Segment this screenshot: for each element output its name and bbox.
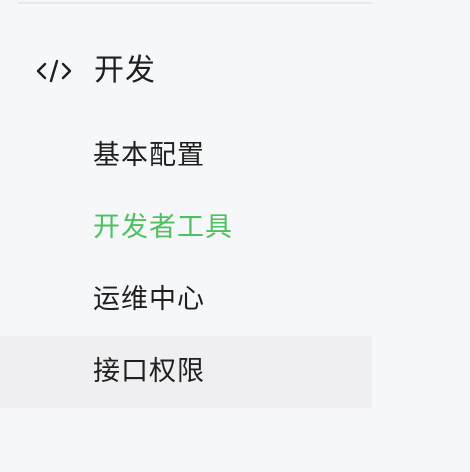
menu-item-ops-center[interactable]: 运维中心 [0,264,372,336]
divider [18,2,372,4]
menu-item-label: 运维中心 [93,284,205,315]
menu-item-label: 基本配置 [93,140,205,171]
menu-item-label: 接口权限 [93,356,205,387]
menu-item-basic-config[interactable]: 基本配置 [0,120,372,192]
section-title: 开发 [94,53,156,88]
section-header-develop[interactable]: 开发 [0,44,372,98]
code-icon [36,59,72,83]
menu-item-api-permissions[interactable]: 接口权限 [0,336,372,408]
menu-item-developer-tools[interactable]: 开发者工具 [0,192,372,264]
sidebar: 开发 基本配置 开发者工具 运维中心 接口权限 [0,0,372,472]
menu-item-label: 开发者工具 [93,212,233,243]
content-area [372,0,470,472]
